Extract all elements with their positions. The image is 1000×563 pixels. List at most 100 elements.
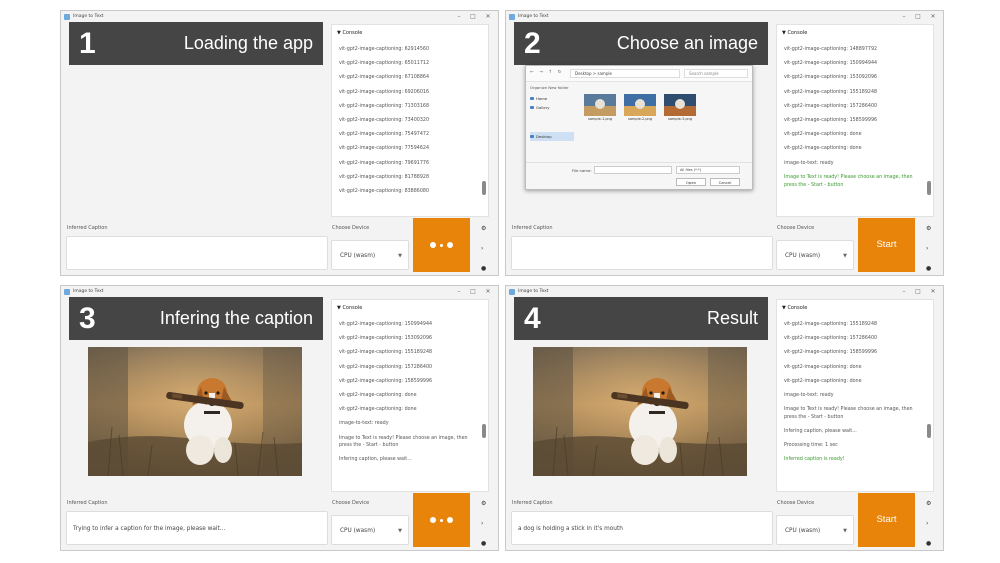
device-select[interactable]: CPU (wasm) ▼ xyxy=(331,240,409,270)
sidebar-item-desktop[interactable]: Desktop xyxy=(530,132,574,141)
console-header[interactable]: ▼ Console xyxy=(782,304,807,312)
sidebar-item-home[interactable]: Home xyxy=(530,94,574,103)
nav-arrows-icon[interactable]: ← → ↑ ↻ xyxy=(530,70,563,75)
file-item[interactable]: sample-3.png xyxy=(664,94,696,123)
file-thumbnail xyxy=(664,94,696,116)
expand-icon[interactable]: › xyxy=(926,245,928,253)
info-icon[interactable]: ● xyxy=(481,265,486,273)
info-icon[interactable]: ● xyxy=(481,540,486,548)
close-icon[interactable]: ✕ xyxy=(481,286,495,298)
sidebar-item-gallery[interactable]: Gallery xyxy=(530,103,574,112)
settings-icon[interactable]: ⚙ xyxy=(481,500,486,508)
dialog-footer: File name: All files (*.*) Open Cancel xyxy=(526,162,752,189)
console-line: vit-gpt2-image-captioning: 67108864 xyxy=(339,75,429,81)
maximize-icon[interactable]: □ xyxy=(466,286,480,298)
step-title: Infering the caption xyxy=(159,308,313,328)
expand-icon[interactable]: › xyxy=(481,245,483,253)
maximize-icon[interactable]: □ xyxy=(911,11,925,23)
search-field[interactable]: Search sample xyxy=(684,69,748,78)
file-grid: sample-1.png sample-2.png sample-3.png xyxy=(584,94,696,123)
console-line: vit-gpt2-image-captioning: 158599996 xyxy=(784,118,878,124)
console-scrollbar[interactable] xyxy=(927,306,931,485)
console-line: vit-gpt2-image-captioning: 65011712 xyxy=(339,61,429,67)
selected-image xyxy=(533,347,747,476)
close-icon[interactable]: ✕ xyxy=(926,286,940,298)
settings-icon[interactable]: ⚙ xyxy=(926,225,931,233)
console-line: vit-gpt2-image-captioning: 81788928 xyxy=(339,174,429,180)
expand-icon[interactable]: › xyxy=(481,520,483,528)
device-select[interactable]: CPU (wasm) ▼ xyxy=(776,240,854,270)
maximize-icon[interactable]: □ xyxy=(911,286,925,298)
organize-button[interactable]: Organize xyxy=(530,85,547,90)
scrollbar-thumb[interactable] xyxy=(927,424,931,438)
file-name-input[interactable] xyxy=(594,166,672,174)
start-button[interactable] xyxy=(413,218,470,272)
step-banner: 4 Result xyxy=(514,297,768,340)
close-icon[interactable]: ✕ xyxy=(481,11,495,23)
device-select[interactable]: CPU (wasm) ▼ xyxy=(331,515,409,545)
close-icon[interactable]: ✕ xyxy=(926,11,940,23)
chevron-down-icon: ▼ xyxy=(398,253,402,259)
step-title: Loading the app xyxy=(183,33,313,53)
console-line: vit-gpt2-image-captioning: 157286400 xyxy=(339,364,433,370)
console-line: image-to-text: ready xyxy=(339,421,389,427)
window-title: Image to Text xyxy=(518,14,549,19)
start-button-label: Start xyxy=(876,514,897,525)
dog-photo-image xyxy=(88,347,302,476)
caption-label: Inferred Caption xyxy=(512,225,553,231)
file-type-select[interactable]: All files (*.*) xyxy=(676,166,740,174)
console-scrollbar[interactable] xyxy=(482,306,486,485)
console-title: Console xyxy=(342,305,363,311)
console-scrollbar[interactable] xyxy=(482,31,486,210)
inferred-caption-field[interactable] xyxy=(511,236,773,270)
start-button[interactable] xyxy=(413,493,470,547)
inferred-caption-field[interactable] xyxy=(66,236,328,270)
settings-icon[interactable]: ⚙ xyxy=(926,500,931,508)
expand-icon[interactable]: › xyxy=(926,520,928,528)
cancel-button[interactable]: Cancel xyxy=(710,178,740,186)
console-header[interactable]: ▼ Console xyxy=(337,304,362,312)
console-header[interactable]: ▼ Console xyxy=(782,29,807,37)
app-window-step-4: Image to Text – □ ✕ 4 Result ▼ Console vit-gpt2… xyxy=(505,285,944,551)
start-button[interactable]: Start xyxy=(858,493,915,547)
file-thumbnail xyxy=(584,94,616,116)
device-select-value: CPU (wasm) xyxy=(340,528,376,534)
minimize-icon[interactable]: – xyxy=(897,286,911,298)
console-line: vit-gpt2-image-captioning: done xyxy=(339,393,417,399)
start-button-label: Start xyxy=(876,239,897,250)
open-button[interactable]: Open xyxy=(676,178,706,186)
settings-icon[interactable]: ⚙ xyxy=(481,225,486,233)
device-label: Choose Device xyxy=(777,225,815,231)
minimize-icon[interactable]: – xyxy=(452,286,466,298)
file-item[interactable]: sample-2.png xyxy=(624,94,656,123)
console-panel: ▼ Console vit-gpt2-image-captioning: 1509… xyxy=(331,299,489,492)
scrollbar-thumb[interactable] xyxy=(482,424,486,438)
console-line: vit-gpt2-image-captioning: 155189248 xyxy=(339,350,433,356)
console-log: vit-gpt2-image-captioning: 155189248 vit-… xyxy=(784,318,923,467)
window-title: Image to Text xyxy=(73,289,104,294)
file-item[interactable]: sample-1.png xyxy=(584,94,616,123)
info-icon[interactable]: ● xyxy=(926,540,931,548)
inferred-caption-field[interactable]: a dog is holding a stick in it's mouth xyxy=(511,511,773,545)
minimize-icon[interactable]: – xyxy=(452,11,466,23)
console-line: vit-gpt2-image-captioning: done xyxy=(784,378,862,384)
caption-label: Inferred Caption xyxy=(512,500,553,506)
scrollbar-thumb[interactable] xyxy=(927,181,931,195)
chevron-down-icon: ▼ xyxy=(843,528,847,534)
info-icon[interactable]: ● xyxy=(926,265,931,273)
device-select-value: CPU (wasm) xyxy=(340,253,376,259)
console-line: vit-gpt2-image-captioning: done xyxy=(784,364,862,370)
console-scrollbar[interactable] xyxy=(927,31,931,210)
device-select[interactable]: CPU (wasm) ▼ xyxy=(776,515,854,545)
scrollbar-thumb[interactable] xyxy=(482,181,486,195)
maximize-icon[interactable]: □ xyxy=(466,11,480,23)
console-line: vit-gpt2-image-captioning: 150994944 xyxy=(784,61,878,67)
path-field[interactable]: Desktop > sample xyxy=(570,69,680,78)
start-button[interactable]: Start xyxy=(858,218,915,272)
console-header[interactable]: ▼ Console xyxy=(337,29,362,37)
minimize-icon[interactable]: – xyxy=(897,11,911,23)
console-line: vit-gpt2-image-captioning: 158599996 xyxy=(339,378,433,384)
new-folder-button[interactable]: New folder xyxy=(548,85,569,90)
caption-label: Inferred Caption xyxy=(67,225,108,231)
inferred-caption-field[interactable]: Trying to infer a caption for the image,… xyxy=(66,511,328,545)
